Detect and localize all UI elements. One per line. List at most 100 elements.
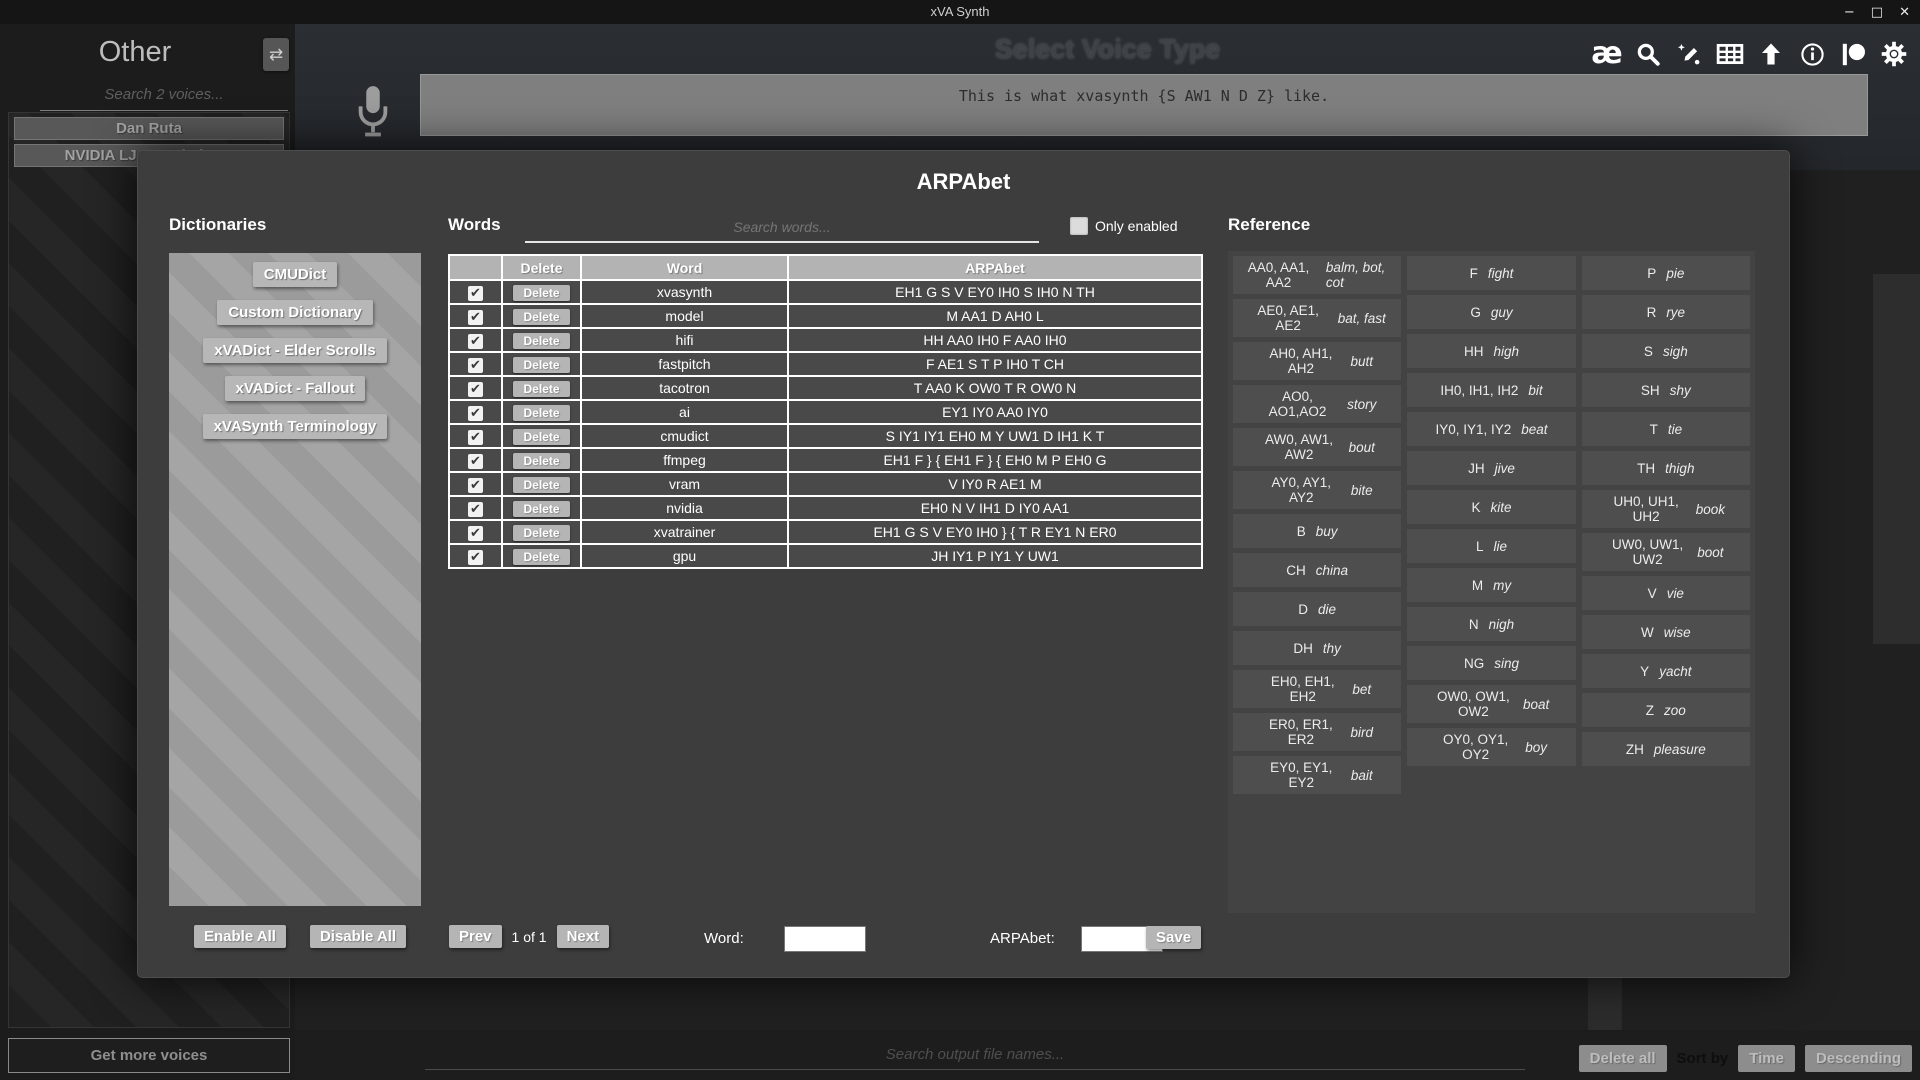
delete-word-button[interactable]: Delete	[513, 525, 569, 541]
word-enabled-checkbox[interactable]: ✔	[468, 478, 483, 493]
phoneme-example: lie	[1493, 539, 1507, 554]
word-enabled-checkbox[interactable]: ✔	[468, 358, 483, 373]
word-enabled-checkbox[interactable]: ✔	[468, 430, 483, 445]
phoneme-code: CH	[1286, 563, 1306, 578]
phoneme-code: TH	[1637, 461, 1655, 476]
reference-cell: Yyacht	[1582, 654, 1750, 688]
word-row: ✔DeleteaiEY1 IY0 AA0 IY0	[449, 400, 1202, 424]
delete-word-button[interactable]: Delete	[513, 477, 569, 493]
maximize-button[interactable]: □	[1871, 5, 1883, 20]
patreon-icon[interactable]	[1839, 40, 1867, 68]
game-title: Other	[0, 36, 270, 69]
phoneme-code: AE0, AE1, AE2	[1249, 303, 1328, 333]
delete-all-button[interactable]: Delete all	[1579, 1045, 1667, 1072]
word-row: ✔DeletemodelM AA1 D AH0 L	[449, 304, 1202, 328]
settings-gear-icon[interactable]	[1880, 40, 1908, 68]
dictionary-button[interactable]: CMUDict	[253, 262, 338, 287]
sort-time-button[interactable]: Time	[1738, 1045, 1795, 1072]
phoneme-code: S	[1644, 344, 1653, 359]
search-icon[interactable]	[1634, 40, 1662, 68]
delete-word-button[interactable]: Delete	[513, 429, 569, 445]
arpabet-cell: M AA1 D AH0 L	[788, 304, 1202, 328]
dictionary-button[interactable]: xVADict - Fallout	[225, 376, 366, 401]
phoneme-example: nigh	[1489, 617, 1515, 632]
output-search-input[interactable]	[425, 1046, 1525, 1070]
batch-generation-icon[interactable]	[1716, 40, 1744, 68]
word-enabled-checkbox[interactable]: ✔	[468, 286, 483, 301]
close-button[interactable]: ✕	[1899, 5, 1910, 20]
sort-descending-button[interactable]: Descending	[1805, 1045, 1912, 1072]
arpabet-cell: HH AA0 IH0 F AA0 IH0	[788, 328, 1202, 352]
word-row: ✔DeletexvasynthEH1 G S V EY0 IH0 S IH0 N…	[449, 280, 1202, 304]
swap-icon: ⇄	[269, 45, 283, 65]
dictionary-button[interactable]: xVADict - Elder Scrolls	[203, 338, 386, 363]
arpabet-modal: ARPAbet Dictionaries CMUDictCustom Dicti…	[137, 150, 1790, 978]
phoneme-example: bait	[1351, 768, 1373, 783]
only-enabled-label: Only enabled	[1095, 218, 1178, 234]
word-cell: tacotron	[581, 376, 788, 400]
reference-cell: EH0, EH1, EH2bet	[1233, 670, 1401, 708]
prev-page-button[interactable]: Prev	[449, 925, 502, 948]
word-enabled-checkbox[interactable]: ✔	[468, 334, 483, 349]
delete-word-button[interactable]: Delete	[513, 381, 569, 397]
phoneme-example: high	[1493, 344, 1519, 359]
info-icon[interactable]	[1798, 40, 1826, 68]
only-enabled-toggle[interactable]: Only enabled	[1070, 217, 1178, 235]
modal-footer: Enable All Disable All Prev 1 of 1 Next …	[138, 925, 1789, 955]
arpabet-cell: EH1 F } { EH1 F } { EH0 M P EH0 G	[788, 448, 1202, 472]
word-enabled-checkbox[interactable]: ✔	[468, 382, 483, 397]
delete-word-button[interactable]: Delete	[513, 309, 569, 325]
delete-word-button[interactable]: Delete	[513, 285, 569, 301]
phoneme-example: bite	[1351, 483, 1373, 498]
swap-game-button[interactable]: ⇄	[263, 38, 289, 71]
save-word-button[interactable]: Save	[1146, 926, 1201, 949]
reference-cell: THthigh	[1582, 451, 1750, 485]
words-search-input[interactable]	[525, 219, 1039, 243]
delete-word-button[interactable]: Delete	[513, 405, 569, 421]
word-enabled-checkbox[interactable]: ✔	[468, 502, 483, 517]
word-enabled-checkbox[interactable]: ✔	[468, 526, 483, 541]
reference-cell: Ttie	[1582, 412, 1750, 446]
disable-all-button[interactable]: Disable All	[310, 925, 406, 948]
delete-word-button[interactable]: Delete	[513, 333, 569, 349]
arpabet-cell: T AA0 K OW0 T R OW0 N	[788, 376, 1202, 400]
enable-all-button[interactable]: Enable All	[194, 925, 286, 948]
arpabet-menu-icon[interactable]: æ	[1593, 40, 1621, 68]
word-row: ✔DeletefastpitchF AE1 S T P IH0 T CH	[449, 352, 1202, 376]
only-enabled-checkbox[interactable]	[1070, 217, 1088, 235]
phoneme-example: zoo	[1664, 703, 1686, 718]
delete-word-button[interactable]: Delete	[513, 549, 569, 565]
delete-word-button[interactable]: Delete	[513, 357, 569, 373]
delete-word-button[interactable]: Delete	[513, 453, 569, 469]
plugins-icon[interactable]	[1675, 40, 1703, 68]
word-enabled-checkbox[interactable]: ✔	[468, 454, 483, 469]
phoneme-example: shy	[1670, 383, 1691, 398]
reference-cell: Bbuy	[1233, 514, 1401, 548]
word-enabled-checkbox[interactable]: ✔	[468, 550, 483, 565]
word-field[interactable]	[784, 926, 866, 952]
update-arrow-icon[interactable]	[1757, 40, 1785, 68]
reference-cell: AE0, AE1, AE2bat, fast	[1233, 299, 1401, 337]
phoneme-example: buy	[1316, 524, 1338, 539]
phoneme-example: rye	[1666, 305, 1685, 320]
word-row: ✔DeletecmudictS IY1 IY1 EH0 M Y UW1 D IH…	[449, 424, 1202, 448]
reference-cell: Zzoo	[1582, 693, 1750, 727]
voice-button[interactable]: Dan Ruta	[14, 117, 284, 140]
word-enabled-checkbox[interactable]: ✔	[468, 406, 483, 421]
arpabet-cell: JH IY1 P IY1 Y UW1	[788, 544, 1202, 568]
phoneme-code: ZH	[1626, 742, 1644, 757]
delete-word-button[interactable]: Delete	[513, 501, 569, 517]
word-enabled-checkbox[interactable]: ✔	[468, 310, 483, 325]
microphone-icon[interactable]	[355, 84, 391, 140]
next-page-button[interactable]: Next	[557, 925, 610, 948]
word-field-label: Word:	[704, 930, 744, 947]
reference-cell: Rrye	[1582, 295, 1750, 329]
reference-cell: Llie	[1407, 529, 1575, 563]
minimize-button[interactable]: −	[1844, 5, 1855, 20]
get-more-voices-button[interactable]: Get more voices	[8, 1038, 290, 1073]
dictionary-button[interactable]: Custom Dictionary	[217, 300, 372, 325]
voice-search-input[interactable]	[40, 82, 288, 111]
dictionary-button[interactable]: xVASynth Terminology	[203, 414, 388, 439]
phoneme-example: yacht	[1659, 664, 1691, 679]
prompt-input[interactable]: This is what xvasynth {S AW1 N D Z} like…	[420, 74, 1868, 136]
